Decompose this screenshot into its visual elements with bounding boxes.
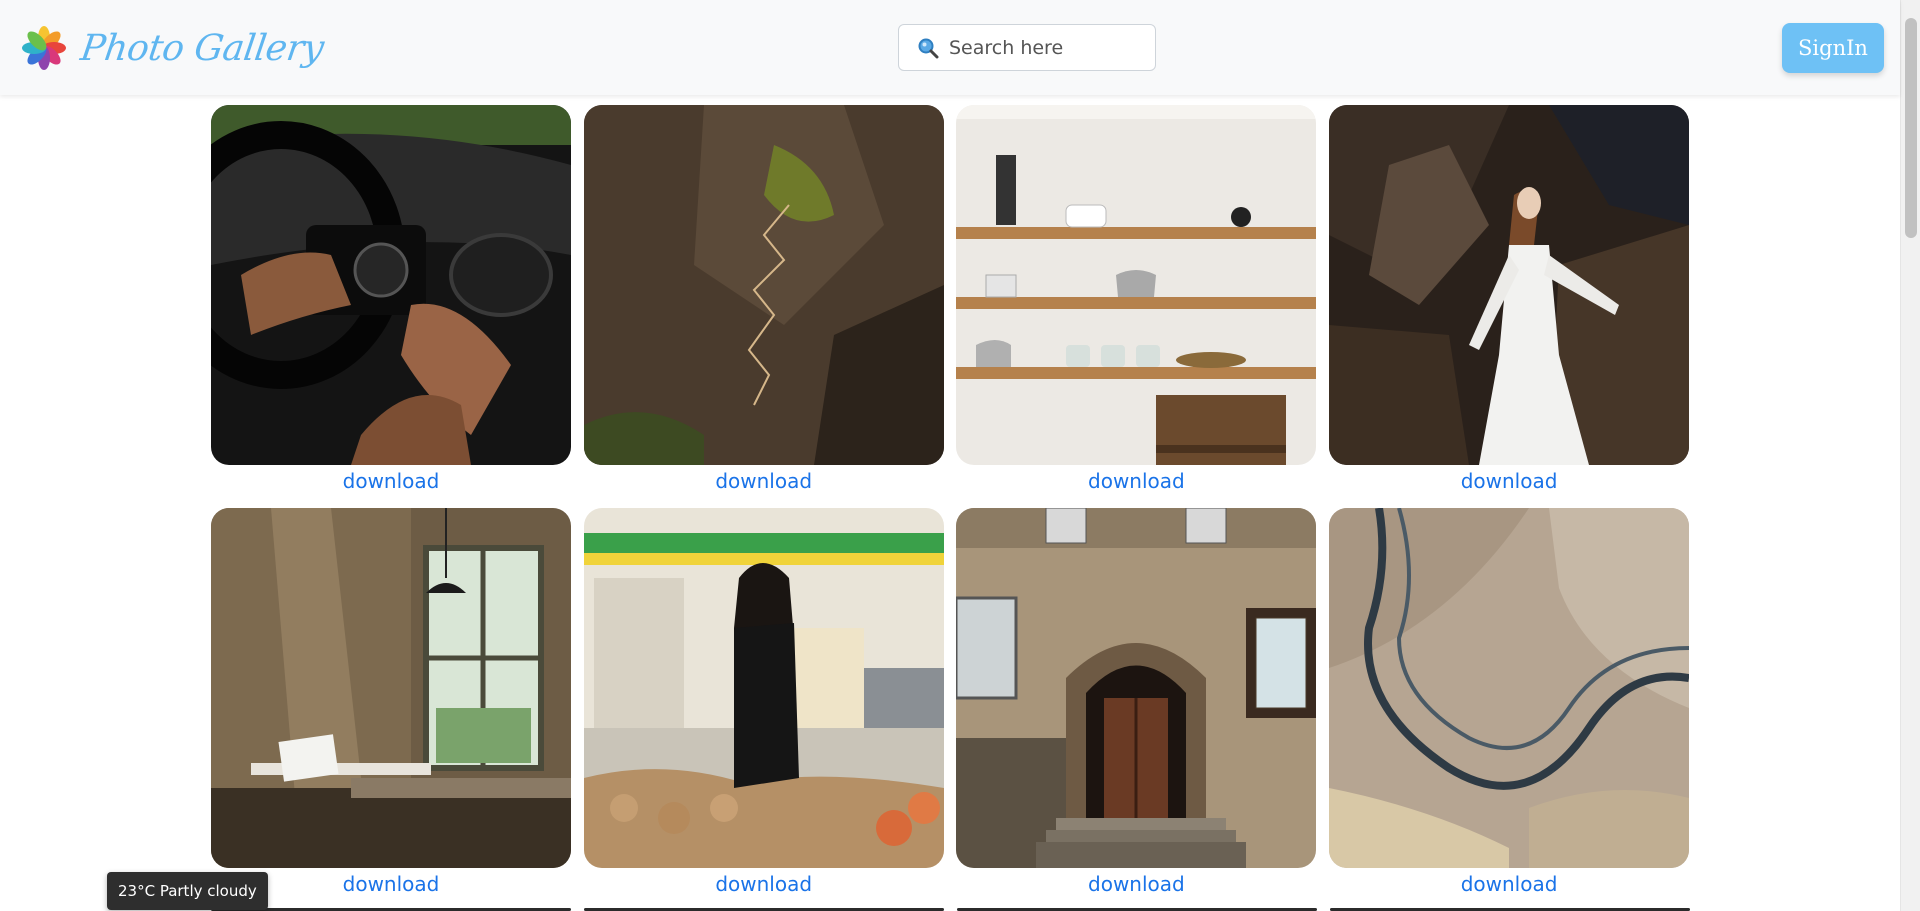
brand-logo[interactable]: Photo Gallery [19, 23, 327, 73]
photo-image[interactable] [211, 105, 571, 465]
brand-name: Photo Gallery [78, 27, 327, 69]
weather-widget[interactable]: 23°C Partly cloudy [107, 872, 268, 910]
photo-card: download [956, 508, 1317, 911]
search-icon [918, 38, 939, 58]
photo-image[interactable] [956, 508, 1317, 868]
photo-grid: download download download download down… [211, 105, 1690, 911]
photo-image[interactable] [583, 508, 944, 868]
scrollbar-thumb[interactable] [1905, 18, 1917, 238]
page: Photo Gallery SignIn [0, 0, 1920, 911]
photo-card: download [583, 105, 944, 508]
top-navbar: Photo Gallery SignIn [0, 0, 1900, 95]
photo-image[interactable] [956, 105, 1317, 465]
download-link[interactable]: download [211, 469, 571, 493]
photo-card: download [583, 508, 944, 911]
photo-card: download [956, 105, 1317, 508]
download-link[interactable]: download [584, 872, 944, 896]
download-link[interactable]: download [1329, 469, 1689, 493]
download-link[interactable]: download [1329, 872, 1689, 896]
photo-image[interactable] [211, 508, 571, 868]
photo-image[interactable] [583, 105, 944, 465]
download-link[interactable]: download [956, 469, 1316, 493]
photo-card: download [1329, 508, 1690, 911]
photo-image[interactable] [1329, 105, 1690, 465]
photo-card: download [211, 508, 571, 911]
photo-card: download [211, 105, 571, 508]
download-link[interactable]: download [956, 872, 1316, 896]
search-input[interactable] [949, 36, 1149, 59]
photo-card: download [1329, 105, 1690, 508]
flower-logo-icon [22, 26, 66, 70]
photo-image[interactable] [1329, 508, 1690, 868]
signin-button[interactable]: SignIn [1782, 23, 1884, 73]
download-link[interactable]: download [584, 469, 944, 493]
vertical-scrollbar[interactable] [1900, 0, 1920, 911]
search-box[interactable] [898, 24, 1156, 71]
